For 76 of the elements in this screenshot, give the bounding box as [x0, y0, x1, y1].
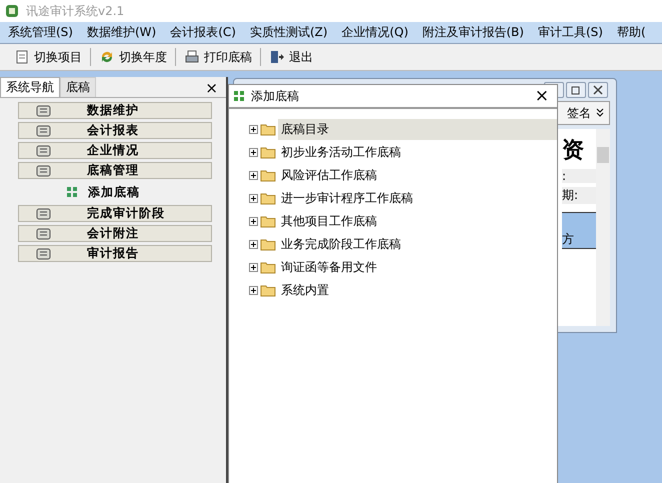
nav-group-button[interactable]: 会计报表 [18, 122, 212, 139]
expand-icon[interactable] [249, 125, 258, 134]
expand-icon[interactable] [249, 263, 258, 272]
menu-item[interactable]: 会计报表(C) [162, 24, 242, 41]
expand-icon[interactable] [249, 148, 258, 157]
nav-group-button[interactable]: 会计附注 [18, 225, 212, 242]
window-title: 讯途审计系统v2.1 [26, 2, 124, 20]
field-label: : [562, 169, 596, 183]
panel-tab[interactable]: 底稿 [60, 77, 96, 97]
table-header-cell [562, 212, 596, 231]
folder-icon [260, 238, 276, 251]
menu-item[interactable]: 帮助( [608, 24, 652, 41]
menu-item[interactable]: 审计工具(S) [530, 24, 609, 41]
dialog-title: 添加底稿 [251, 88, 299, 104]
close-icon [593, 85, 603, 95]
close-button[interactable] [588, 82, 608, 98]
tree-item[interactable]: 风险评估工作底稿 [278, 165, 557, 186]
nav-group-button[interactable]: 数据维护 [18, 102, 212, 119]
module-icon [35, 104, 53, 116]
module-icon [35, 228, 53, 240]
folder-icon [260, 123, 276, 136]
module-icon [35, 248, 53, 260]
nav-group-button[interactable]: 审计报告 [18, 245, 212, 262]
tree-item[interactable]: 初步业务活动工作底稿 [278, 142, 557, 163]
app-logo-icon [4, 3, 20, 19]
module-icon [35, 164, 53, 176]
toolbar-button[interactable]: 切换年度 [93, 46, 173, 68]
sheet-heading: 资 [562, 136, 585, 165]
chevron-icon[interactable] [595, 107, 605, 119]
nav-group-button[interactable]: 底稿管理 [18, 162, 212, 179]
module-icon [35, 144, 53, 156]
cycle-arrows-icon [99, 49, 115, 65]
exit-door-icon [269, 49, 285, 65]
toolbar-label[interactable]: 签名 [567, 104, 591, 122]
menu-item[interactable]: 附注及审计报告(B) [414, 24, 530, 41]
menu-item[interactable]: 系统管理(S) [0, 24, 79, 41]
grid-icon [233, 90, 245, 102]
tree-item[interactable]: 询证函等备用文件 [278, 257, 557, 278]
expand-icon[interactable] [249, 240, 258, 249]
menu-item[interactable]: 数据维护(W) [78, 24, 162, 41]
nav-group-button[interactable]: 企业情况 [18, 142, 212, 159]
expand-icon[interactable] [249, 286, 258, 295]
expand-icon[interactable] [249, 217, 258, 226]
field-label: 期: [562, 187, 596, 204]
printer-icon [184, 49, 200, 65]
close-button[interactable]: × [526, 86, 557, 106]
tree-item[interactable]: 业务完成阶段工作底稿 [278, 234, 557, 255]
restore-icon [571, 85, 581, 95]
toolbar-button[interactable]: 退出 [263, 46, 319, 68]
toolbar-button[interactable]: 切换项目 [8, 46, 88, 68]
document-icon [14, 49, 30, 65]
nav-item[interactable]: 添加底稿 [18, 182, 212, 202]
folder-icon [260, 192, 276, 205]
folder-icon [260, 284, 276, 297]
tree-item[interactable]: 进一步审计程序工作底稿 [278, 188, 557, 209]
menu-item[interactable]: 实质性测试(Z) [242, 24, 334, 41]
module-icon [35, 124, 53, 136]
menu-item[interactable]: 企业情况(Q) [334, 24, 414, 41]
panel-tab[interactable]: 系统导航 [0, 77, 60, 97]
folder-icon [260, 261, 276, 274]
close-button[interactable]: × [197, 79, 226, 97]
folder-icon [260, 215, 276, 228]
expand-icon[interactable] [249, 171, 258, 180]
maximize-button[interactable] [566, 82, 586, 98]
module-icon [35, 208, 53, 220]
folder-icon [260, 146, 276, 159]
tree-item[interactable]: 系统内置 [278, 280, 557, 301]
tree-item[interactable]: 底稿目录 [278, 119, 557, 140]
nav-group-button[interactable]: 完成审计阶段 [18, 205, 212, 222]
folder-icon [260, 169, 276, 182]
scrollbar[interactable] [596, 129, 610, 326]
expand-icon[interactable] [249, 194, 258, 203]
toolbar-button[interactable]: 打印底稿 [178, 46, 258, 68]
tree-item[interactable]: 其他项目工作底稿 [278, 211, 557, 232]
table-cell: 方 [562, 231, 596, 249]
grid-arrows-icon [66, 186, 78, 198]
